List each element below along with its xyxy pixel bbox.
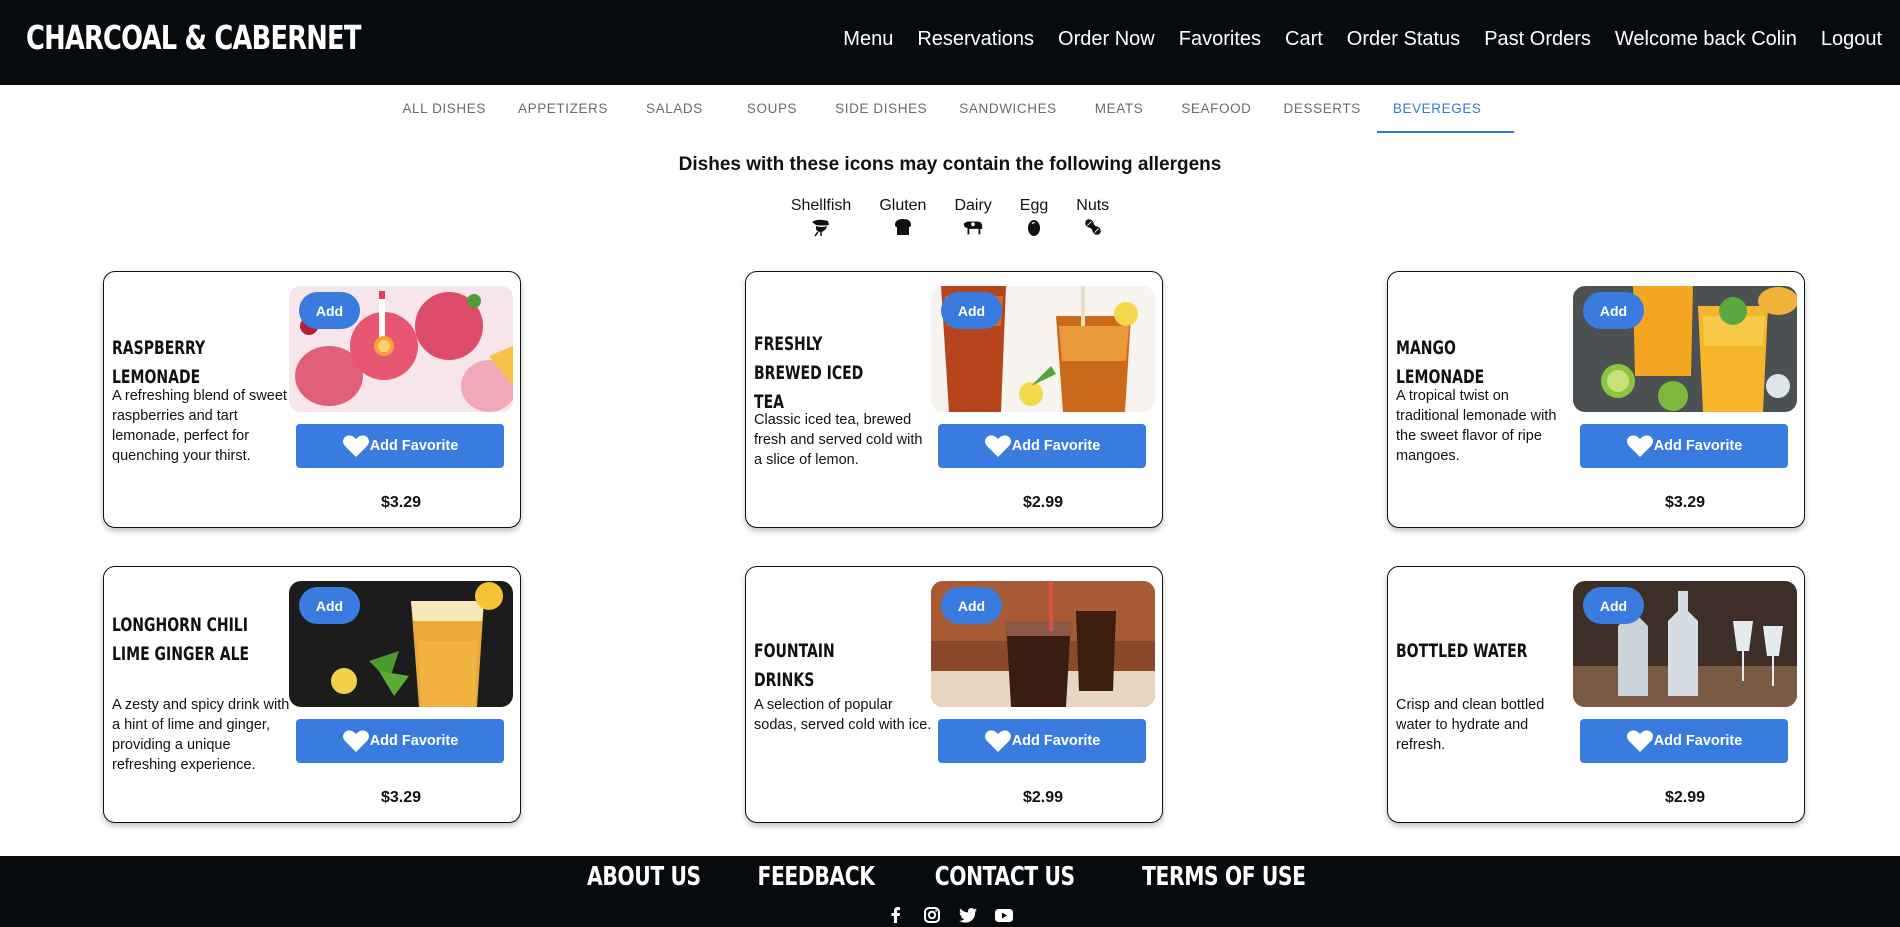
dish-price: $3.29: [380, 789, 422, 806]
add-favorite-label: Add Favorite: [1653, 733, 1743, 749]
footer-terms-of-use[interactable]: TERMS OF USE: [1142, 862, 1306, 892]
dish-card-iced-tea: FRESHLY BREWED ICED TEA Classic iced tea…: [745, 271, 1163, 528]
tab-meats[interactable]: MEATS: [1073, 85, 1166, 133]
nav-logout[interactable]: Logout: [1821, 28, 1882, 51]
add-to-cart-button[interactable]: Add: [299, 587, 360, 624]
footer: ABOUT US FEEDBACK CONTACT US TERMS OF US…: [0, 856, 1900, 927]
dish-price: $3.29: [380, 494, 422, 511]
heart-icon: [984, 435, 1011, 457]
allergen-label: Egg: [1019, 197, 1049, 214]
nav-reservations[interactable]: Reservations: [917, 28, 1034, 51]
allergen-label: Gluten: [879, 197, 927, 214]
add-to-cart-button[interactable]: Add: [299, 292, 360, 329]
tab-soups[interactable]: SOUPS: [725, 85, 819, 133]
heart-icon: [1626, 435, 1653, 457]
nav-account-greeting[interactable]: Welcome back Colin: [1615, 28, 1797, 51]
footer-links: ABOUT US FEEDBACK CONTACT US TERMS OF US…: [0, 862, 1900, 892]
allergen-shellfish: Shellfish: [791, 197, 851, 237]
youtube-icon[interactable]: [993, 906, 1015, 924]
tab-all-dishes[interactable]: ALL DISHES: [386, 85, 502, 133]
footer-about-us[interactable]: ABOUT US: [588, 862, 702, 892]
add-favorite-button[interactable]: Add Favorite: [1580, 424, 1788, 468]
nav-favorites[interactable]: Favorites: [1179, 28, 1261, 51]
allergen-dairy: Dairy: [954, 197, 992, 237]
facebook-icon[interactable]: [885, 906, 907, 924]
tab-seafood[interactable]: SEAFOOD: [1165, 85, 1267, 133]
social-links: [0, 906, 1900, 924]
add-favorite-label: Add Favorite: [369, 438, 459, 454]
add-favorite-button[interactable]: Add Favorite: [938, 719, 1146, 763]
heart-icon: [342, 730, 369, 752]
heart-icon: [342, 435, 369, 457]
dish-card-fountain-drinks: FOUNTAIN DRINKS A selection of popular s…: [745, 566, 1163, 823]
dish-description: A zesty and spicy drink with a hint of l…: [112, 697, 290, 773]
footer-feedback[interactable]: FEEDBACK: [758, 862, 875, 892]
twitter-icon[interactable]: [957, 906, 979, 924]
peanut-icon: [1084, 219, 1101, 235]
dish-card-bottled-water: BOTTLED WATER Crisp and clean bottled wa…: [1387, 566, 1805, 823]
dish-price: $2.99: [1664, 789, 1706, 806]
allergen-gluten: Gluten: [879, 197, 926, 237]
tab-salads[interactable]: SALADS: [624, 85, 725, 133]
allergen-label: Nuts: [1076, 197, 1110, 214]
tab-side-dishes[interactable]: SIDE DISHES: [819, 85, 943, 133]
tab-appetizers[interactable]: APPETIZERS: [502, 85, 624, 133]
dish-card-ginger-ale: LONGHORN CHILI LIME GINGER ALE A zesty a…: [103, 566, 521, 823]
top-navigation-bar: CHARCOAL & CABERNET Menu Reservations Or…: [0, 0, 1900, 85]
bread-icon: [894, 219, 911, 235]
add-to-cart-button[interactable]: Add: [941, 292, 1002, 329]
dish-name: MANGO LEMONADE: [1396, 337, 1485, 388]
nav-menu[interactable]: Menu: [843, 28, 893, 51]
add-to-cart-button[interactable]: Add: [941, 587, 1002, 624]
brand-logo[interactable]: CHARCOAL & CABERNET: [26, 18, 361, 57]
dish-description: Crisp and clean bottled water to hydrate…: [1396, 697, 1545, 753]
nav-cart[interactable]: Cart: [1285, 28, 1323, 51]
allergen-label: Shellfish: [790, 197, 852, 214]
dish-price: $2.99: [1022, 789, 1064, 806]
nav-order-status[interactable]: Order Status: [1347, 28, 1460, 51]
dish-price: $2.99: [1022, 494, 1064, 511]
footer-contact-us[interactable]: CONTACT US: [935, 862, 1075, 892]
allergen-legend: Shellfish Gluten Dairy Egg Nuts: [0, 197, 1900, 237]
add-favorite-label: Add Favorite: [369, 733, 459, 749]
dish-name: FRESHLY BREWED ICED TEA: [754, 333, 864, 413]
tab-sandwiches[interactable]: SANDWICHES: [943, 85, 1073, 133]
heart-icon: [1626, 730, 1653, 752]
tab-desserts[interactable]: DESSERTS: [1268, 85, 1377, 133]
category-tabs: ALL DISHES APPETIZERS SALADS SOUPS SIDE …: [0, 85, 1900, 133]
dish-name: FOUNTAIN DRINKS: [754, 640, 835, 691]
add-to-cart-button[interactable]: Add: [1583, 587, 1644, 624]
instagram-icon[interactable]: [921, 906, 943, 924]
nav-past-orders[interactable]: Past Orders: [1484, 28, 1591, 51]
add-favorite-label: Add Favorite: [1653, 438, 1743, 454]
allergen-heading: Dishes with these icons may contain the …: [678, 154, 1222, 175]
shrimp-icon: [812, 219, 830, 237]
main-nav: Menu Reservations Order Now Favorites Ca…: [819, 28, 1882, 51]
allergen-label: Dairy: [954, 197, 992, 214]
dish-description: Classic iced tea, brewed fresh and serve…: [754, 412, 923, 468]
dish-name: RASPBERRY LEMONADE: [112, 337, 206, 388]
add-favorite-button[interactable]: Add Favorite: [1580, 719, 1788, 763]
dish-description: A selection of popular sodas, served col…: [754, 697, 932, 733]
dish-card-mango-lemonade: MANGO LEMONADE A tropical twist on tradi…: [1387, 271, 1805, 528]
tab-beverages[interactable]: BEVEREGES: [1376, 85, 1514, 133]
add-favorite-label: Add Favorite: [1011, 438, 1101, 454]
allergen-nuts: Nuts: [1076, 197, 1109, 237]
allergen-egg: Egg: [1020, 197, 1048, 237]
dish-price: $3.29: [1664, 494, 1706, 511]
egg-icon: [1028, 220, 1041, 236]
dish-description: A refreshing blend of sweet raspberries …: [112, 388, 287, 464]
add-to-cart-button[interactable]: Add: [1583, 292, 1644, 329]
add-favorite-button[interactable]: Add Favorite: [938, 424, 1146, 468]
nav-order-now[interactable]: Order Now: [1058, 28, 1155, 51]
add-favorite-label: Add Favorite: [1011, 733, 1101, 749]
dish-card-raspberry-lemonade: RASPBERRY LEMONADE A refreshing blend of…: [103, 271, 521, 528]
dish-description: A tropical twist on traditional lemonade…: [1396, 388, 1557, 464]
add-favorite-button[interactable]: Add Favorite: [296, 719, 504, 763]
heart-icon: [984, 730, 1011, 752]
add-favorite-button[interactable]: Add Favorite: [296, 424, 504, 468]
dish-name: LONGHORN CHILI LIME GINGER ALE: [112, 614, 250, 665]
dish-name: BOTTLED WATER: [1396, 640, 1528, 662]
cow-icon: [963, 221, 983, 235]
